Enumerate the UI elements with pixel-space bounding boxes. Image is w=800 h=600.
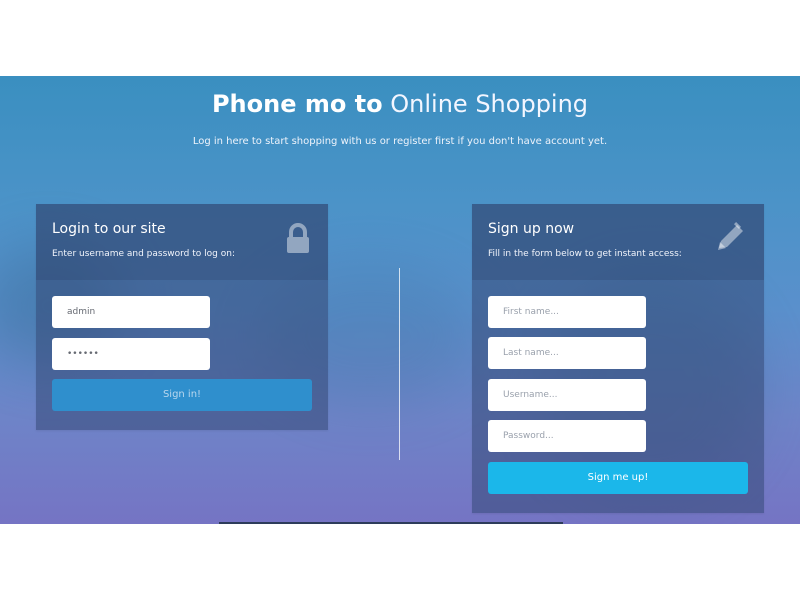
login-username-value: admin [67,307,96,317]
password-input[interactable]: Password... [488,420,646,452]
page-title-strong: Phone mo to [211,90,383,118]
first-name-input[interactable]: First name... [488,296,646,328]
login-password-value: •••••• [67,349,99,359]
login-password-input[interactable]: •••••• [52,338,210,370]
signup-title: Sign up now [488,221,575,237]
login-username-input[interactable]: admin [52,296,210,328]
vertical-divider [399,268,400,460]
signup-card: Sign up now Fill in the form below to ge… [472,204,764,513]
username-placeholder: Username... [503,390,558,400]
password-placeholder: Password... [503,431,554,441]
login-card: Login to our site Enter username and pas… [36,204,328,430]
first-name-placeholder: First name... [503,307,559,317]
login-description: Enter username and password to log on: [52,249,235,259]
page-title: Phone mo to Online Shopping [0,88,800,120]
last-name-input[interactable]: Last name... [488,337,646,369]
last-name-placeholder: Last name... [503,348,559,358]
sign-in-button[interactable]: Sign in! [52,379,312,411]
page-subtitle: Log in here to start shopping with us or… [192,136,608,147]
hero-bottom-line [219,522,563,524]
sign-up-button[interactable]: Sign me up! [488,462,748,494]
signup-description: Fill in the form below to get instant ac… [488,249,682,259]
page-title-light: Online Shopping [390,90,589,118]
pencil-icon [710,220,746,256]
lock-icon [280,220,316,256]
login-title: Login to our site [52,221,166,237]
username-input[interactable]: Username... [488,379,646,411]
